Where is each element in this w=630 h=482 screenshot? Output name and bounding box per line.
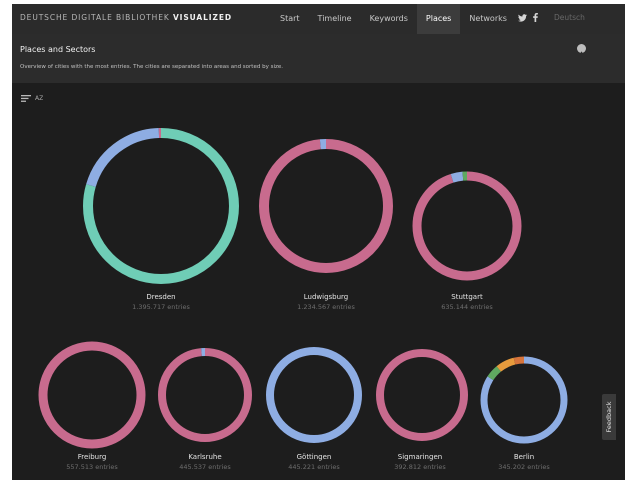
feedback-tab[interactable]: Feedback bbox=[602, 394, 616, 440]
city-ring-berlin[interactable] bbox=[480, 356, 568, 444]
city-name: Freiburg bbox=[77, 453, 107, 461]
city-label-ludwigsburg[interactable]: Ludwigsburg 1.234.567 entries bbox=[276, 292, 376, 312]
city-label-sigmaringen[interactable]: Sigmaringen 392.812 entries bbox=[370, 452, 470, 472]
city-entries: 635.144 entries bbox=[441, 303, 493, 311]
city-ring-dresden[interactable] bbox=[83, 128, 239, 284]
city-entries: 1.234.567 entries bbox=[297, 303, 355, 311]
ring-segment[interactable] bbox=[259, 139, 393, 273]
city-name: Karlsruhe bbox=[188, 453, 222, 461]
city-entries: 445.537 entries bbox=[179, 463, 231, 471]
city-ring-goettingen[interactable] bbox=[266, 347, 362, 443]
city-label-goettingen[interactable]: Göttingen 445.221 entries bbox=[264, 452, 364, 472]
city-ring-karlsruhe[interactable] bbox=[158, 348, 252, 442]
city-entries: 557.513 entries bbox=[66, 463, 118, 471]
app-window: DEUTSCHE DIGITALE BIBLIOTHEK VISUALIZED … bbox=[12, 4, 625, 480]
city-entries: 345.202 entries bbox=[498, 463, 550, 471]
city-label-berlin[interactable]: Berlin 345.202 entries bbox=[474, 452, 574, 472]
ring-segment[interactable] bbox=[376, 349, 468, 441]
city-name: Ludwigsburg bbox=[303, 293, 349, 301]
city-name: Sigmaringen bbox=[397, 453, 443, 461]
ring-segment[interactable] bbox=[158, 348, 252, 442]
city-entries: 1.395.717 entries bbox=[132, 303, 190, 311]
city-ring-sigmaringen[interactable] bbox=[376, 349, 468, 441]
city-ring-stuttgart[interactable] bbox=[412, 171, 522, 281]
city-entries: 445.221 entries bbox=[288, 463, 340, 471]
city-ring-freiburg[interactable] bbox=[38, 341, 146, 449]
city-label-stuttgart[interactable]: Stuttgart 635.144 entries bbox=[417, 292, 517, 312]
city-name: Göttingen bbox=[296, 453, 332, 461]
city-name: Dresden bbox=[146, 293, 176, 301]
city-rings bbox=[38, 128, 568, 449]
feedback-label: Feedback bbox=[605, 401, 613, 433]
city-label-karlsruhe[interactable]: Karlsruhe 445.537 entries bbox=[155, 452, 255, 472]
city-name: Stuttgart bbox=[451, 293, 483, 301]
ring-segment[interactable] bbox=[38, 341, 146, 449]
city-label-freiburg[interactable]: Freiburg 557.513 entries bbox=[42, 452, 142, 472]
city-name: Berlin bbox=[513, 453, 535, 461]
city-label-dresden[interactable]: Dresden 1.395.717 entries bbox=[111, 292, 211, 312]
ring-segment[interactable] bbox=[412, 171, 522, 281]
city-ring-ludwigsburg[interactable] bbox=[259, 139, 393, 273]
city-entries: 392.812 entries bbox=[394, 463, 446, 471]
ring-segment[interactable] bbox=[266, 347, 362, 443]
